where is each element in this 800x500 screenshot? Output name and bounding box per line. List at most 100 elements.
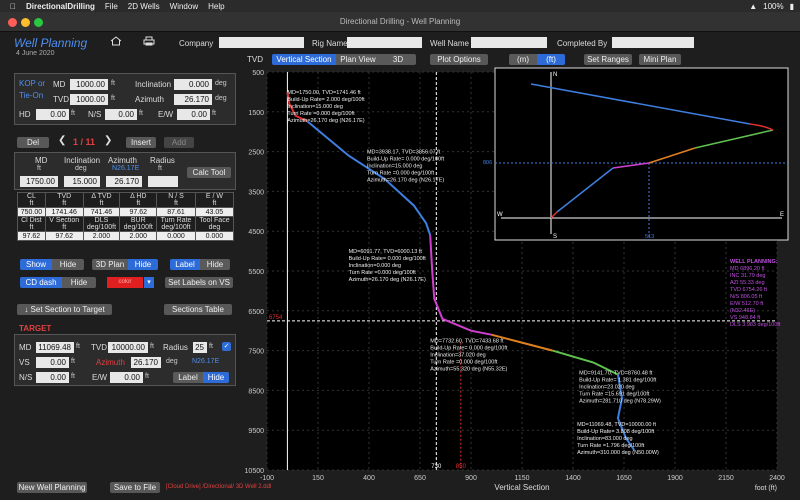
section-annotation: Azimuth=55.320 deg (N55.32E): [430, 367, 507, 373]
results-header-cell: DLS deg/100ft: [82, 216, 121, 232]
plot-options-button[interactable]: Plot Options: [430, 54, 488, 65]
section-annotation: Inclination=37.020 deg: [430, 353, 486, 359]
results-header-cell: Turn Rate deg/100ft: [156, 216, 196, 232]
kop-tvd-unit: ft: [111, 95, 115, 102]
color-swatch[interactable]: color: [107, 277, 143, 288]
add-section-button[interactable]: Add: [164, 137, 194, 148]
kop-ns-field[interactable]: 0.00: [105, 109, 137, 120]
label-toggle[interactable]: Label Hide: [170, 259, 230, 270]
set-section-to-target-button[interactable]: ↓ Set Section to Target: [17, 304, 112, 315]
kop-md-label: MD: [53, 80, 66, 89]
cd-dash-option[interactable]: CD dash: [20, 277, 62, 288]
save-to-file-button[interactable]: Save to File: [110, 482, 160, 493]
target-azimuth-label: Azimuth: [96, 358, 125, 367]
new-well-planning-button[interactable]: New Well Planning: [17, 482, 87, 493]
well-planning-line: MD 6896.20 ft: [730, 266, 765, 272]
section-annotation: Turn Rate =15.691 deg/100ft: [579, 391, 650, 397]
menu-help[interactable]: Help: [208, 2, 224, 11]
print-icon[interactable]: [143, 36, 155, 46]
wifi-icon[interactable]: ▲: [749, 2, 757, 11]
target-md-field[interactable]: 11069.48: [36, 342, 74, 353]
insert-section-button[interactable]: Insert: [126, 137, 156, 148]
target-label-toggle[interactable]: Label Hide: [173, 372, 229, 383]
kop-azimuth-field[interactable]: 26.170: [174, 94, 212, 105]
show-hide-toggle[interactable]: Show Hide: [20, 259, 84, 270]
apple-icon[interactable]: : [10, 2, 16, 11]
home-icon[interactable]: [110, 36, 122, 46]
tab-3d[interactable]: 3D: [380, 54, 416, 65]
completed-by-field[interactable]: [612, 37, 694, 48]
target-radius-field[interactable]: 25: [193, 342, 207, 353]
calc-tool-button[interactable]: Calc Tool: [187, 167, 231, 178]
section-azimuth-field[interactable]: 26.170: [106, 176, 142, 187]
hide-option[interactable]: Hide: [52, 259, 84, 270]
kop-md-field[interactable]: 1000.00: [70, 79, 108, 90]
tie-on-label: Tie-On: [19, 91, 44, 100]
target-radius-unit: ft: [209, 343, 213, 350]
kop-inclination-field[interactable]: 0.000: [174, 79, 212, 90]
kop-ew-field[interactable]: 0.00: [177, 109, 210, 120]
chevron-down-icon[interactable]: ▾: [144, 277, 154, 288]
kop-tvd-field[interactable]: 1000.00: [70, 94, 108, 105]
plan3d-option[interactable]: 3D Plan: [92, 259, 128, 270]
plan3d-hide-option[interactable]: Hide: [128, 259, 158, 270]
target-ns-field[interactable]: 0.00: [36, 372, 69, 383]
kop-azimuth-label: Azimuth: [135, 95, 164, 104]
section-annotation: Build-Up Rate= 3.808 deg/100ft: [577, 429, 655, 435]
target-label-option[interactable]: Label: [173, 372, 203, 383]
plan3d-toggle[interactable]: 3D Plan Hide: [92, 259, 158, 270]
unit-switcher[interactable]: (m) (ft): [509, 54, 565, 65]
target-radius-checkbox[interactable]: ✓: [222, 342, 231, 351]
show-option[interactable]: Show: [20, 259, 52, 270]
mini-plan-button[interactable]: Mini Plan: [639, 54, 681, 65]
well-planning-title: WELL PLANNING:: [730, 259, 778, 265]
section-results-table: CL ft TVD ft Δ TVD ft Δ HD ft N / Sft E / Wf…: [17, 192, 235, 241]
menu-file[interactable]: File: [105, 2, 118, 11]
section-annotation: MD=3938.17, TVD=3856.07 ft: [367, 150, 441, 156]
page-title: Well Planning: [14, 36, 88, 50]
next-section-icon[interactable]: ❯: [104, 135, 112, 146]
tab-plan-view[interactable]: Plan View: [336, 54, 380, 65]
section-inclination-field[interactable]: 15.000: [64, 176, 100, 187]
vertical-section-chart[interactable]: -100 150 400 650 900 1150 1400 1650 1900 2150 2400…: [245, 66, 800, 496]
target-tvd-label: TVD: [91, 343, 107, 352]
well-planning-line: (N32.46E): [730, 308, 755, 314]
close-window-button[interactable]: [8, 18, 17, 27]
label-hide-option[interactable]: Hide: [200, 259, 230, 270]
menu-2d-wells[interactable]: 2D Wells: [128, 2, 160, 11]
target-ew-field[interactable]: 0.00: [110, 372, 143, 383]
menu-window[interactable]: Window: [170, 2, 198, 11]
section-md-field[interactable]: 1750.00: [20, 176, 58, 187]
well-name-field[interactable]: [471, 37, 547, 48]
target-azimuth-field[interactable]: 26.170: [131, 357, 161, 368]
unit-m-option[interactable]: (m): [509, 54, 537, 65]
view-switcher[interactable]: Vertical Section Plan View 3D: [272, 54, 416, 65]
sections-table-button[interactable]: Sections Table: [164, 304, 232, 315]
target-azimuth-unit: deg: [166, 358, 178, 365]
section-radius-field[interactable]: [148, 176, 178, 187]
menu-app-name[interactable]: DirectionalDrilling: [26, 2, 95, 11]
rig-name-field[interactable]: [347, 37, 422, 48]
target-vs-field[interactable]: 0.00: [36, 357, 69, 368]
target-tvd-field[interactable]: 10000.00: [108, 342, 148, 353]
results-header-cell: V Section ft: [44, 216, 84, 232]
unit-ft-option[interactable]: (ft): [537, 54, 565, 65]
window-titlebar: Directional Drilling - Well Planning: [0, 12, 800, 32]
company-field[interactable]: [219, 37, 304, 48]
kop-hd-field[interactable]: 0.00: [36, 109, 69, 120]
kop-ns-label: N/S: [88, 110, 102, 119]
target-hide-option[interactable]: Hide: [203, 372, 229, 383]
set-labels-on-vs-button[interactable]: Set Labels on VS: [165, 277, 233, 288]
y-tick-label: 8500: [248, 388, 264, 395]
battery-icon[interactable]: ▮: [790, 2, 794, 11]
label-option[interactable]: Label: [170, 259, 200, 270]
minimize-window-button[interactable]: [21, 18, 30, 27]
prev-section-icon[interactable]: ❮: [58, 135, 66, 146]
tab-vertical-section[interactable]: Vertical Section: [272, 54, 336, 65]
target-ew-unit: ft: [145, 373, 149, 380]
cd-dash-hide-option[interactable]: Hide: [62, 277, 96, 288]
set-ranges-button[interactable]: Set Ranges: [584, 54, 632, 65]
zoom-window-button[interactable]: [34, 18, 43, 27]
cd-dash-toggle[interactable]: CD dash Hide: [20, 277, 96, 288]
delete-section-button[interactable]: Del: [17, 137, 49, 148]
